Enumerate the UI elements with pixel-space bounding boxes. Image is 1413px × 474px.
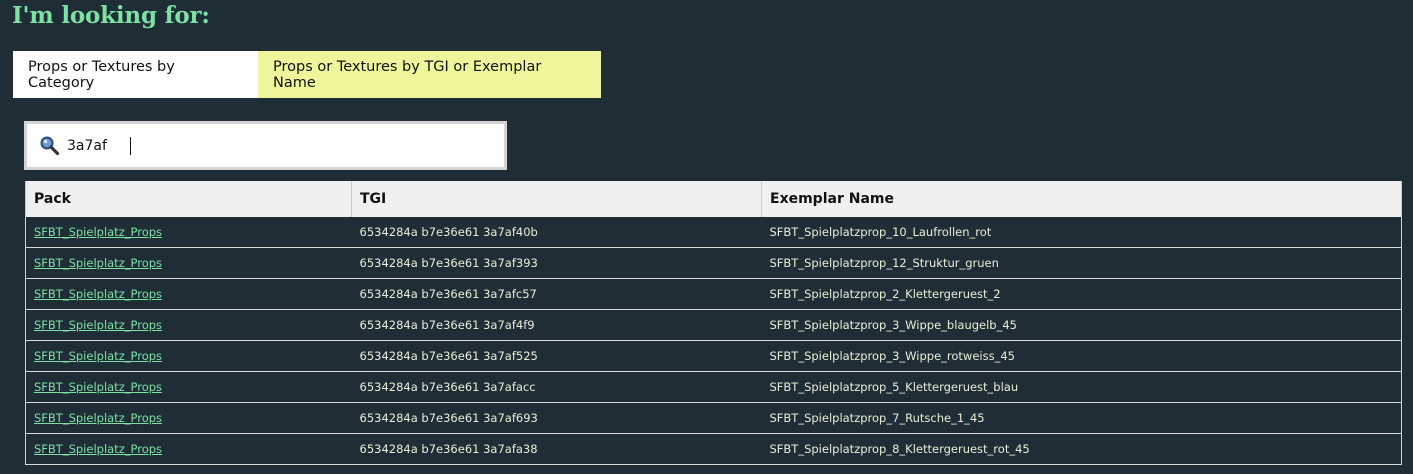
- table-row: SFBT_Spielplatz_Props 6534284a b7e36e61 …: [25, 433, 1402, 465]
- table-row: SFBT_Spielplatz_Props 6534284a b7e36e61 …: [25, 278, 1402, 310]
- tgi-cell: 6534284a b7e36e61 3a7af40b: [351, 217, 762, 248]
- pack-link[interactable]: SFBT_Spielplatz_Props: [34, 442, 162, 456]
- exemplar-name-cell: SFBT_Spielplatzprop_8_Klettergeruest_rot…: [761, 433, 1402, 465]
- exemplar-name-cell: SFBT_Spielplatzprop_3_Wippe_rotweiss_45: [761, 340, 1402, 372]
- pack-link[interactable]: SFBT_Spielplatz_Props: [34, 411, 162, 425]
- tab-by-tgi-or-exemplar[interactable]: Props or Textures by TGI or Exemplar Nam…: [258, 51, 601, 98]
- results-table: Pack TGI Exemplar Name SFBT_Spielplatz_P…: [25, 181, 1402, 465]
- pack-link[interactable]: SFBT_Spielplatz_Props: [34, 256, 162, 270]
- tgi-cell: 6534284a b7e36e61 3a7afa38: [351, 433, 762, 465]
- exemplar-name-cell: SFBT_Spielplatzprop_5_Klettergeruest_bla…: [761, 371, 1402, 403]
- tgi-cell: 6534284a b7e36e61 3a7afacc: [351, 371, 762, 403]
- search-input[interactable]: [67, 134, 467, 157]
- pack-link[interactable]: SFBT_Spielplatz_Props: [34, 318, 162, 332]
- column-header-pack[interactable]: Pack: [25, 181, 352, 217]
- pack-link[interactable]: SFBT_Spielplatz_Props: [34, 380, 162, 394]
- pack-cell: SFBT_Spielplatz_Props: [25, 247, 352, 279]
- magnifier-icon: [40, 136, 60, 155]
- table-row: SFBT_Spielplatz_Props 6534284a b7e36e61 …: [25, 217, 1402, 248]
- column-header-tgi[interactable]: TGI: [351, 181, 762, 217]
- pack-cell: SFBT_Spielplatz_Props: [25, 278, 352, 310]
- exemplar-name-cell: SFBT_Spielplatzprop_3_Wippe_blaugelb_45: [761, 309, 1402, 341]
- table-row: SFBT_Spielplatz_Props 6534284a b7e36e61 …: [25, 309, 1402, 341]
- tgi-cell: 6534284a b7e36e61 3a7af525: [351, 340, 762, 372]
- pack-cell: SFBT_Spielplatz_Props: [25, 309, 352, 341]
- page-heading: I'm looking for:: [12, 2, 210, 29]
- table-row: SFBT_Spielplatz_Props 6534284a b7e36e61 …: [25, 402, 1402, 434]
- exemplar-name-cell: SFBT_Spielplatzprop_12_Struktur_gruen: [761, 247, 1402, 279]
- pack-link[interactable]: SFBT_Spielplatz_Props: [34, 225, 162, 239]
- table-row: SFBT_Spielplatz_Props 6534284a b7e36e61 …: [25, 340, 1402, 372]
- exemplar-name-cell: SFBT_Spielplatzprop_2_Klettergeruest_2: [761, 278, 1402, 310]
- search-mode-tabs: Props or Textures by Category Props or T…: [13, 51, 601, 98]
- pack-link[interactable]: SFBT_Spielplatz_Props: [34, 287, 162, 301]
- pack-cell: SFBT_Spielplatz_Props: [25, 371, 352, 403]
- pack-cell: SFBT_Spielplatz_Props: [25, 340, 352, 372]
- tgi-cell: 6534284a b7e36e61 3a7af393: [351, 247, 762, 279]
- tgi-cell: 6534284a b7e36e61 3a7af4f9: [351, 309, 762, 341]
- exemplar-name-cell: SFBT_Spielplatzprop_7_Rutsche_1_45: [761, 402, 1402, 434]
- table-header-row: Pack TGI Exemplar Name: [25, 181, 1402, 217]
- pack-cell: SFBT_Spielplatz_Props: [25, 433, 352, 465]
- table-row: SFBT_Spielplatz_Props 6534284a b7e36e61 …: [25, 371, 1402, 403]
- pack-cell: SFBT_Spielplatz_Props: [25, 217, 352, 248]
- table-row: SFBT_Spielplatz_Props 6534284a b7e36e61 …: [25, 247, 1402, 279]
- exemplar-name-cell: SFBT_Spielplatzprop_10_Laufrollen_rot: [761, 217, 1402, 248]
- pack-link[interactable]: SFBT_Spielplatz_Props: [34, 349, 162, 363]
- column-header-exemplar-name[interactable]: Exemplar Name: [761, 181, 1402, 217]
- search-box[interactable]: [24, 121, 507, 170]
- tgi-cell: 6534284a b7e36e61 3a7af693: [351, 402, 762, 434]
- tgi-cell: 6534284a b7e36e61 3a7afc57: [351, 278, 762, 310]
- pack-cell: SFBT_Spielplatz_Props: [25, 402, 352, 434]
- text-caret: [130, 137, 131, 155]
- tab-by-category[interactable]: Props or Textures by Category: [13, 51, 258, 98]
